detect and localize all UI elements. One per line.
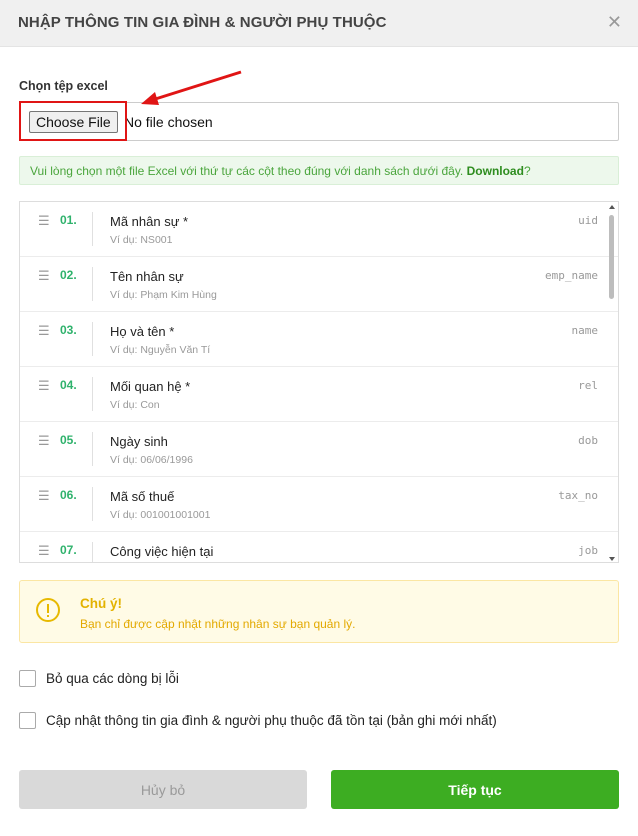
field-code: name [571, 324, 599, 337]
download-link[interactable]: Download [467, 164, 524, 178]
close-icon[interactable]: ✕ [607, 12, 622, 32]
checkbox-box[interactable] [19, 711, 36, 729]
update-existing-checkbox[interactable]: Cập nhật thông tin gia đình & người phụ … [19, 711, 497, 729]
skip-errors-checkbox[interactable]: Bỏ qua các dòng bị lỗi [19, 669, 179, 687]
field-row[interactable]: ☰ 03. Họ và tên * Ví dụ: Nguyễn Văn Tí name [20, 312, 618, 367]
scrollbar-thumb[interactable] [609, 215, 614, 299]
warning-text: Bạn chỉ được cập nhật những nhân sự bạn … [80, 617, 356, 631]
file-status: No file chosen [124, 114, 213, 130]
scroll-up-icon[interactable] [609, 205, 615, 209]
skip-errors-label: Bỏ qua các dòng bị lỗi [46, 670, 179, 686]
field-name: Mã nhân sự * [110, 214, 189, 229]
field-number: 05. [60, 433, 77, 447]
warning-banner: Chú ý! Bạn chỉ được cập nhật những nhân … [19, 580, 619, 643]
info-banner: Vui lòng chọn một file Excel với thứ tự … [19, 156, 619, 185]
field-code: rel [578, 379, 598, 392]
info-text: Vui lòng chọn một file Excel với thứ tự … [30, 164, 464, 178]
field-number: 02. [60, 268, 77, 282]
warning-title: Chú ý! [80, 596, 122, 611]
info-suffix: ? [523, 164, 531, 178]
field-example: Ví dụ: 06/06/1996 [110, 454, 193, 466]
field-name: Ngày sinh [110, 434, 168, 449]
cancel-button[interactable]: Hủy bỏ [19, 770, 307, 809]
annotation-arrow-icon [141, 70, 242, 105]
update-existing-label: Cập nhật thông tin gia đình & người phụ … [46, 712, 497, 728]
field-example: Ví dụ: 001001001001 [110, 509, 211, 521]
divider [92, 432, 93, 466]
field-row[interactable]: ☰ 04. Mối quan hệ * Ví dụ: Con rel [20, 367, 618, 422]
field-number: 04. [60, 378, 77, 392]
divider [92, 377, 93, 411]
continue-button[interactable]: Tiếp tục [331, 770, 619, 809]
field-code: job [578, 544, 598, 557]
field-list: ☰ 01. Mã nhân sự * Ví dụ: NS001 uid ☰ 02. Tên n… [19, 201, 619, 563]
field-name: Mối quan hệ * [110, 379, 191, 394]
scroll-down-icon[interactable] [609, 557, 615, 561]
field-row[interactable]: ☰ 01. Mã nhân sự * Ví dụ: NS001 uid [20, 202, 618, 257]
drag-handle-icon[interactable]: ☰ [38, 488, 50, 504]
field-number: 06. [60, 488, 77, 502]
divider [92, 212, 93, 246]
dialog-title: NHẬP THÔNG TIN GIA ĐÌNH & NGƯỜI PHỤ THUỘ… [18, 14, 387, 31]
field-row[interactable]: ☰ 02. Tên nhân sự Ví dụ: Phạm Kim Hùng emp_n… [20, 257, 618, 312]
dialog-header: NHẬP THÔNG TIN GIA ĐÌNH & NGƯỜI PHỤ THUỘ… [0, 0, 638, 47]
field-row[interactable]: ☰ 07. Công việc hiện tại job [20, 532, 618, 562]
drag-handle-icon[interactable]: ☰ [38, 543, 50, 559]
drag-handle-icon[interactable]: ☰ [38, 213, 50, 229]
field-example: Ví dụ: Con [110, 399, 160, 411]
divider [92, 267, 93, 301]
drag-handle-icon[interactable]: ☰ [38, 433, 50, 449]
divider [92, 322, 93, 356]
field-name: Công việc hiện tại [110, 544, 214, 559]
warning-icon [36, 598, 60, 622]
scrollbar[interactable] [607, 203, 617, 562]
field-row[interactable]: ☰ 05. Ngày sinh Ví dụ: 06/06/1996 dob [20, 422, 618, 477]
field-code: emp_name [545, 269, 598, 282]
file-label: Chọn tệp excel [19, 79, 108, 93]
field-name: Tên nhân sự [110, 269, 184, 284]
field-number: 01. [60, 213, 77, 227]
field-code: dob [578, 434, 598, 447]
field-number: 07. [60, 543, 77, 557]
field-example: Ví dụ: Phạm Kim Hùng [110, 289, 217, 301]
field-code: uid [578, 214, 598, 227]
drag-handle-icon[interactable]: ☰ [38, 268, 50, 284]
field-row[interactable]: ☰ 06. Mã số thuế Ví dụ: 001001001001 tax_no [20, 477, 618, 532]
divider [92, 487, 93, 521]
field-number: 03. [60, 323, 77, 337]
field-code: tax_no [558, 489, 598, 502]
annotation-highlight-box [19, 101, 127, 141]
field-example: Ví dụ: NS001 [110, 234, 173, 246]
divider [92, 542, 93, 562]
field-example: Ví dụ: Nguyễn Văn Tí [110, 344, 211, 356]
drag-handle-icon[interactable]: ☰ [38, 323, 50, 339]
drag-handle-icon[interactable]: ☰ [38, 378, 50, 394]
checkbox-box[interactable] [19, 669, 36, 687]
field-name: Họ và tên * [110, 324, 175, 339]
field-name: Mã số thuế [110, 489, 175, 504]
